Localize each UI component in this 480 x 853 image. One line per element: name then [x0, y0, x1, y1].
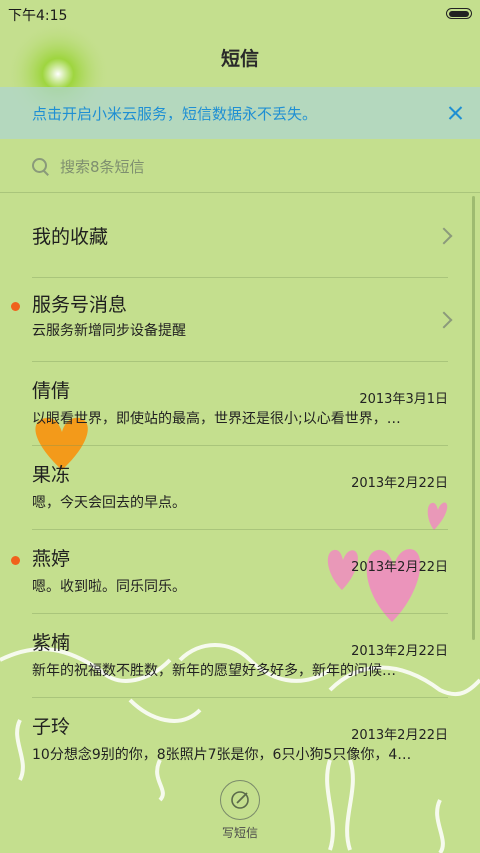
conversation-row[interactable]: 燕婷 2013年2月22日 嗯。收到啦。同乐同乐。 [0, 530, 480, 614]
service-messages-row[interactable]: 服务号消息 云服务新增同步设备提醒 [0, 278, 480, 362]
unread-dot-icon [11, 556, 20, 565]
row-title: 服务号消息 [32, 294, 128, 316]
close-icon[interactable] [432, 87, 480, 139]
message-preview: 10分想念9别的你，8张照片7张是你，6只小狗5只像你，4… [32, 747, 412, 763]
search-icon [32, 158, 50, 176]
message-preview: 嗯，今天会回去的早点。 [32, 495, 186, 511]
unread-dot-icon [11, 302, 20, 311]
search-divider [0, 192, 480, 193]
conversation-row[interactable]: 子玲 2013年2月22日 10分想念9别的你，8张照片7张是你，6只小狗5只像… [0, 698, 480, 782]
status-time: 下午4:15 [8, 8, 68, 24]
message-preview: 嗯。收到啦。同乐同乐。 [32, 579, 186, 595]
message-date: 2013年2月22日 [351, 644, 448, 659]
compose-icon [220, 780, 260, 820]
favorites-row[interactable]: 我的收藏 [0, 194, 480, 278]
row-preview: 云服务新增同步设备提醒 [32, 323, 186, 339]
row-title: 我的收藏 [32, 226, 109, 248]
chevron-right-icon [435, 227, 453, 245]
conversation-list: 我的收藏 服务号消息 云服务新增同步设备提醒 倩倩 2013年3月1日 以眼看世… [0, 194, 480, 782]
search-bar[interactable] [0, 143, 480, 191]
conversation-row[interactable]: 倩倩 2013年3月1日 以眼看世界，即使站的最高，世界还是很小;以心看世界，… [0, 362, 480, 446]
search-input[interactable] [58, 157, 422, 177]
compose-label: 写短信 [221, 826, 258, 840]
message-date: 2013年3月1日 [359, 392, 448, 407]
conversation-row[interactable]: 紫楠 2013年2月22日 新年的祝福数不胜数，新年的愿望好多好多，新年的问候… [0, 614, 480, 698]
status-bar: 下午4:15 [0, 0, 480, 28]
message-date: 2013年2月22日 [351, 728, 448, 743]
message-preview: 新年的祝福数不胜数，新年的愿望好多好多，新年的问候… [32, 663, 396, 679]
conversation-row[interactable]: 果冻 2013年2月22日 嗯，今天会回去的早点。 [0, 446, 480, 530]
contact-name: 子玲 [32, 716, 71, 738]
contact-name: 燕婷 [32, 548, 71, 570]
contact-name: 果冻 [32, 464, 71, 486]
page-title: 短信 [220, 48, 259, 70]
banner-text[interactable]: 点击开启小米云服务，短信数据永不丢失。 [32, 103, 432, 124]
message-date: 2013年2月22日 [351, 560, 448, 575]
contact-name: 紫楠 [32, 632, 71, 654]
compose-button[interactable]: 写短信 [218, 780, 262, 841]
contact-name: 倩倩 [32, 380, 71, 402]
battery-icon [446, 8, 472, 19]
message-date: 2013年2月22日 [351, 476, 448, 491]
cloud-banner[interactable]: 点击开启小米云服务，短信数据永不丢失。 [0, 87, 480, 139]
message-preview: 以眼看世界，即使站的最高，世界还是很小;以心看世界，… [32, 411, 401, 427]
scrollbar[interactable] [472, 196, 475, 640]
